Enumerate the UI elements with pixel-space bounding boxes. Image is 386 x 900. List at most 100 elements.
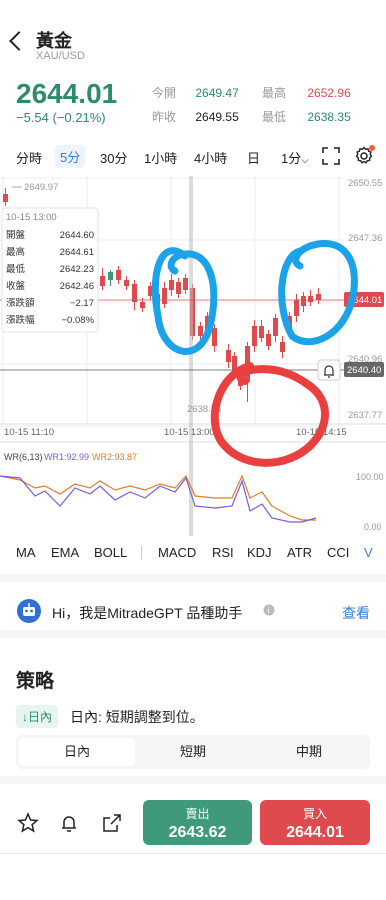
info-icon[interactable]: i [263, 604, 275, 616]
candle-body [183, 278, 188, 290]
candle-body [301, 296, 306, 306]
crosshair-price-tag-label: 2640.40 [347, 365, 381, 376]
price-axis-label: 2650.55 [348, 178, 382, 189]
candle-body [198, 326, 203, 336]
share-icon[interactable] [101, 812, 123, 834]
header: 黃金 XAU/USD [0, 0, 386, 72]
low-label: 最低 [262, 110, 287, 124]
instrument-symbol: XAU/USD [36, 50, 85, 62]
candle-body [100, 276, 105, 286]
candle-body [252, 326, 257, 346]
tooltip-value: 2642.46 [60, 281, 94, 292]
indicator-cci[interactable]: CCI [327, 545, 349, 560]
tf-30min[interactable]: 30分 [100, 148, 127, 167]
candle-body [266, 334, 271, 346]
tooltip-key: 漲跌額 [6, 297, 35, 309]
candle-body [280, 342, 285, 352]
candlestick-chart[interactable]: 2650.55 2647.36 2644.01 2640.96 2640.40 … [0, 176, 386, 536]
current-price: 2644.01 [16, 78, 118, 109]
open-value: 2649.47 [195, 86, 239, 100]
tf-1hour[interactable]: 1小時 [144, 148, 177, 167]
strategy-summary: 日內: 短期調整到位。 [70, 709, 204, 725]
sell-label: 賣出 [185, 807, 210, 821]
open-stat: 今開 2649.47 [152, 84, 239, 101]
chevron-down-icon: ⌵ [301, 155, 309, 166]
tooltip-time: 10-15 13:00 [6, 212, 57, 223]
candle-body [308, 296, 313, 302]
candle-body [176, 282, 181, 294]
tf-day[interactable]: 日 [247, 148, 260, 167]
tf-1min-dropdown[interactable]: 1分⌵ [281, 148, 309, 167]
tab-intraday[interactable]: 日內 [19, 738, 135, 766]
candle-body [116, 270, 121, 280]
tooltip-key: 最高 [6, 246, 25, 258]
prev-close-label: 昨收 [152, 110, 177, 124]
tooltip-value: 2644.60 [60, 230, 94, 241]
candle-body [132, 284, 137, 302]
star-icon[interactable] [17, 812, 39, 834]
indicator-ma[interactable]: MA [16, 545, 36, 560]
tab-short-term[interactable]: 短期 [135, 738, 251, 766]
tooltip-key: 開盤 [6, 229, 26, 241]
strategy-section: 策略 ↓日內 日內: 短期調整到位。 日內 短期 中期 [0, 630, 386, 776]
candle-body [294, 300, 299, 316]
prev-close-value: 2649.55 [195, 110, 239, 124]
time-axis-label: 10-15 13:00 [164, 427, 215, 438]
tooltip-value: −0.08% [62, 315, 95, 326]
tf-4hour[interactable]: 4小時 [194, 148, 227, 167]
sell-button[interactable]: 賣出 2643.62 [143, 800, 252, 845]
tooltip-value: 2642.23 [60, 264, 94, 275]
candle-body [259, 326, 264, 338]
tooltip-key: 最低 [6, 263, 26, 275]
price-axis-label: 2647.36 [348, 233, 382, 244]
candle-body [169, 280, 174, 290]
candle-body [273, 318, 278, 336]
tooltip-key: 收盤 [6, 280, 26, 292]
gpt-assistant-banner[interactable]: Hi，我是MitradeGPT 品種助手 i 查看 [0, 574, 386, 630]
candle-body [140, 302, 145, 308]
strategy-title: 策略 [16, 671, 55, 692]
indicator-divider [141, 546, 142, 560]
time-axis-label: 10-15 11:10 [4, 427, 54, 438]
gpt-greeting: Hi，我是MitradeGPT 品種助手 [52, 605, 243, 621]
price-axis-label: 2637.77 [348, 410, 382, 421]
gpt-view-link[interactable]: 查看 [342, 603, 370, 623]
open-label: 今開 [152, 86, 177, 100]
crosshair-line [189, 176, 193, 536]
tooltip-value: −2.17 [70, 298, 94, 309]
wr-axis-label: 100.00 [356, 472, 384, 482]
tooltip-value: 2644.61 [60, 247, 94, 258]
back-arrow-icon[interactable] [9, 31, 29, 51]
low-stat: 最低 2638.35 [262, 108, 351, 125]
wr1-label: WR1:92.99 [44, 452, 89, 462]
candle-body [316, 294, 321, 300]
wr1-series [0, 475, 317, 523]
high-label: 最高 [262, 86, 287, 100]
indicator-ema[interactable]: EMA [51, 545, 79, 560]
tab-mid-term[interactable]: 中期 [251, 738, 367, 766]
indicator-atr[interactable]: ATR [287, 545, 312, 560]
buy-button[interactable]: 買入 2644.01 [260, 800, 370, 845]
chart-high-marker-label: 2649.97 [24, 182, 58, 193]
high-stat: 最高 2652.96 [262, 84, 351, 101]
bell-alert-icon[interactable] [58, 812, 80, 834]
indicator-boll[interactable]: BOLL [94, 545, 127, 560]
candle-body [124, 280, 129, 286]
buy-label: 買入 [302, 807, 327, 821]
indicator-kdj[interactable]: KDJ [247, 545, 272, 560]
red-circle-annotation [210, 362, 329, 467]
settings-gear-icon[interactable] [354, 144, 376, 166]
tf-timeshare[interactable]: 分時 [16, 148, 42, 167]
tf-5min[interactable]: 5分 [55, 145, 86, 168]
prev-close-stat: 昨收 2649.55 [152, 108, 239, 125]
wr-axis-label: 0.00 [364, 522, 382, 532]
indicator-vol[interactable]: V [364, 545, 373, 560]
candle-body [212, 328, 217, 346]
indicator-macd[interactable]: MACD [158, 545, 196, 560]
candle-body [226, 350, 231, 362]
trade-bar: 賣出 2643.62 買入 2644.01 [0, 776, 386, 854]
candle-body [108, 272, 113, 280]
fullscreen-icon[interactable] [321, 146, 341, 166]
indicator-rsi[interactable]: RSI [212, 545, 234, 560]
strategy-tabs: 日內 短期 中期 [16, 735, 370, 769]
